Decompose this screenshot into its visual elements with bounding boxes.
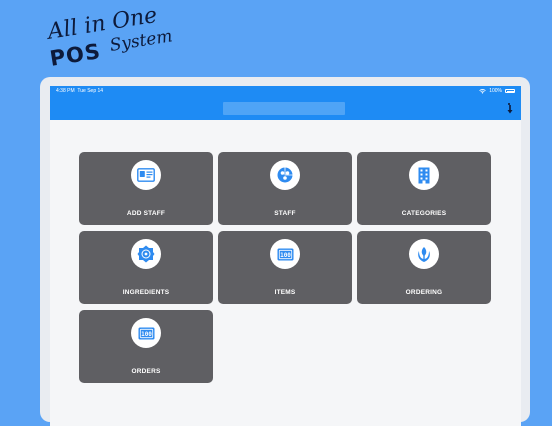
promo-headline: All in One POS System	[46, 3, 216, 76]
tile-label: ITEMS	[274, 289, 296, 296]
tile-ordering[interactable]: ORDERING	[357, 231, 491, 304]
tile-categories[interactable]: CATEGORIES	[357, 152, 491, 225]
ingredients-icon	[131, 239, 161, 269]
ordering-icon	[409, 239, 439, 269]
app-header: 4:38 PM Tue Sep 14 100%	[50, 86, 521, 120]
counter-100-icon: 100	[270, 239, 300, 269]
tile-label: ADD STAFF	[126, 210, 166, 217]
tile-staff[interactable]: STAFF	[218, 152, 352, 225]
header-title	[223, 102, 345, 115]
tile-label: ORDERING	[405, 289, 443, 296]
status-date: Tue Sep 14	[77, 88, 104, 94]
status-time: 4:38 PM Tue Sep 14	[56, 88, 103, 94]
wifi-icon	[479, 88, 486, 94]
svg-text:100: 100	[141, 331, 152, 338]
tile-label: ORDERS	[131, 368, 161, 375]
promo-pos: POS	[48, 39, 103, 71]
id-card-icon	[131, 160, 161, 190]
tile-label: CATEGORIES	[401, 210, 447, 217]
counter-100-icon: 100	[131, 318, 161, 348]
building-icon	[409, 160, 439, 190]
arrow-down-icon[interactable]	[505, 101, 515, 115]
tile-add-staff[interactable]: ADD STAFF	[79, 152, 213, 225]
battery-icon	[505, 89, 515, 93]
staff-pie-icon	[270, 160, 300, 190]
battery-percent: 100%	[489, 88, 502, 94]
tile-label: STAFF	[274, 210, 296, 217]
app-screen: 4:38 PM Tue Sep 14 100% ADD STAFF STAFF …	[50, 86, 521, 426]
status-clock: 4:38 PM	[56, 88, 75, 94]
status-indicators: 100%	[479, 87, 515, 95]
tile-items[interactable]: 100 ITEMS	[218, 231, 352, 304]
tile-label: INGREDIENTS	[122, 289, 170, 296]
svg-text:100: 100	[280, 252, 291, 259]
tile-ingredients[interactable]: INGREDIENTS	[79, 231, 213, 304]
tile-orders[interactable]: 100 ORDERS	[79, 310, 213, 383]
